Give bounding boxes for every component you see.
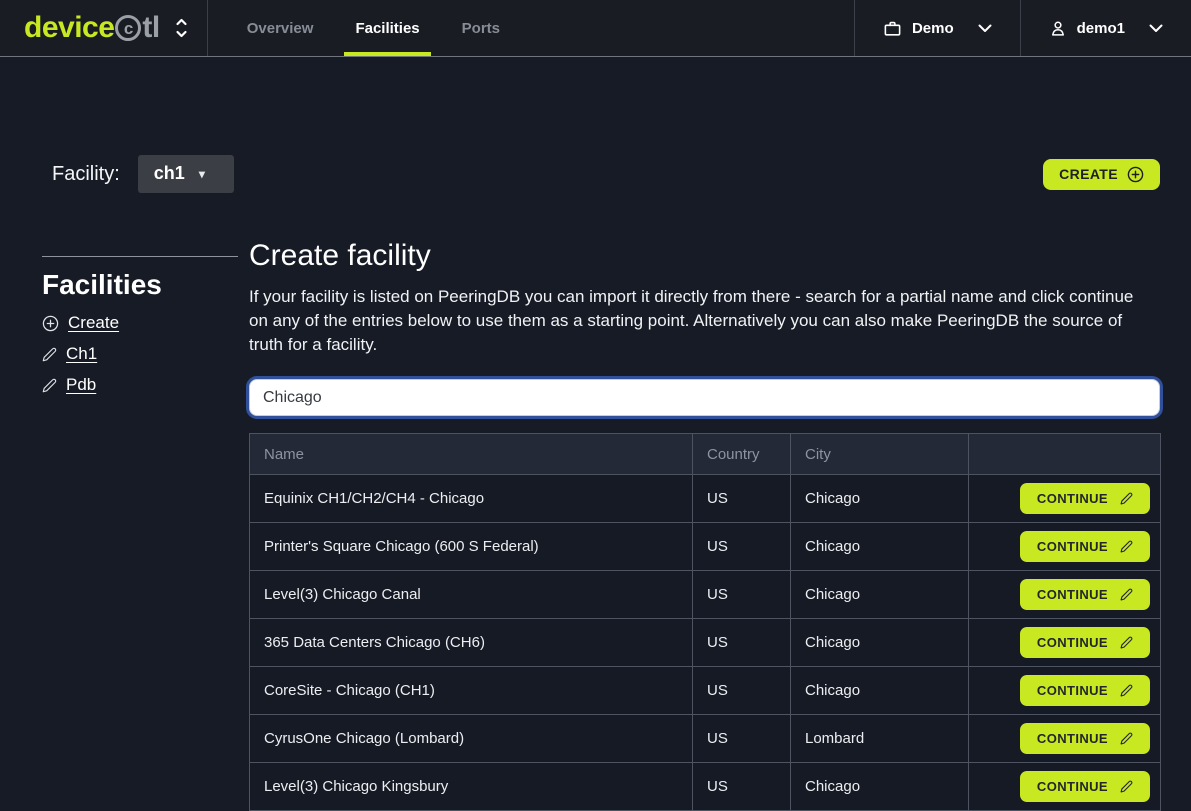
table-row: CoreSite - Chicago (CH1) US Chicago CONT… [250,667,1161,715]
pencil-icon [42,378,57,393]
column-header-country: Country [693,434,791,475]
cell-country: US [693,523,791,571]
cell-name: CoreSite - Chicago (CH1) [250,667,693,715]
pencil-icon [1120,732,1133,745]
cell-country: US [693,763,791,811]
facility-label: Facility: [52,163,120,186]
cell-city: Chicago [791,523,969,571]
continue-button[interactable]: CONTINUE [1020,627,1150,658]
facility-select-value: ch1 [154,163,185,184]
pencil-icon [1120,684,1133,697]
cell-name: 365 Data Centers Chicago (CH6) [250,619,693,667]
table-row: Equinix CH1/CH2/CH4 - Chicago US Chicago… [250,475,1161,523]
tab-facilities[interactable]: Facilities [334,0,440,56]
cell-action: CONTINUE [969,571,1161,619]
page-title: Create facility [249,239,1160,273]
create-facility-panel: Create facility If your facility is list… [249,239,1160,811]
plus-circle-icon [42,315,59,332]
table-row: Level(3) Chicago Kingsbury US Chicago CO… [250,763,1161,811]
continue-button[interactable]: CONTINUE [1020,483,1150,514]
cell-country: US [693,715,791,763]
facility-select[interactable]: ch1 ▾ [138,155,234,193]
peeringdb-search-input[interactable] [249,379,1160,416]
facility-results-table: Name Country City Equinix CH1/CH2/CH4 - … [249,433,1161,811]
tab-ports[interactable]: Ports [441,0,521,56]
sidebar-divider [42,256,238,257]
table-row: CyrusOne Chicago (Lombard) US Lombard CO… [250,715,1161,763]
create-button[interactable]: CREATE [1043,159,1160,190]
sidebar-item-label: Pdb [66,375,96,395]
chevron-down-icon [978,24,992,33]
pencil-icon [1120,636,1133,649]
logo-gray-text: tl [142,11,159,45]
cell-city: Chicago [791,619,969,667]
table-header-row: Name Country City [250,434,1161,475]
caret-down-icon: ▾ [199,167,205,181]
page-description: If your facility is listed on PeeringDB … [249,285,1149,357]
briefcase-icon [883,19,902,38]
sidebar-item-label: Create [68,313,119,333]
sidebar-item-create[interactable]: Create [42,313,238,333]
pencil-icon [1120,588,1133,601]
sidebar-item-ch1[interactable]: Ch1 [42,344,238,364]
app-logo[interactable]: devicectl [24,11,160,45]
org-menu-label: Demo [912,20,954,37]
continue-button[interactable]: CONTINUE [1020,579,1150,610]
cell-name: Level(3) Chicago Canal [250,571,693,619]
cell-action: CONTINUE [969,715,1161,763]
continue-button[interactable]: CONTINUE [1020,723,1150,754]
table-row: 365 Data Centers Chicago (CH6) US Chicag… [250,619,1161,667]
continue-button[interactable]: CONTINUE [1020,771,1150,802]
cell-city: Lombard [791,715,969,763]
continue-button[interactable]: CONTINUE [1020,675,1150,706]
pencil-icon [42,347,57,362]
sidebar-item-pdb[interactable]: Pdb [42,375,238,395]
column-header-city: City [791,434,969,475]
facility-toolbar: Facility: ch1 ▾ CREATE [52,154,1160,194]
cell-name: CyrusOne Chicago (Lombard) [250,715,693,763]
continue-button[interactable]: CONTINUE [1020,531,1150,562]
cell-action: CONTINUE [969,763,1161,811]
sidebar-item-label: Ch1 [66,344,97,364]
chevron-down-icon [1149,24,1163,33]
logo-accent-text: device [24,11,114,45]
pencil-icon [1120,540,1133,553]
cell-city: Chicago [791,475,969,523]
tab-overview[interactable]: Overview [226,0,335,56]
cell-country: US [693,475,791,523]
facility-table-body: Equinix CH1/CH2/CH4 - Chicago US Chicago… [250,475,1161,811]
pencil-icon [1120,780,1133,793]
topbar-divider [207,0,208,56]
pencil-icon [1120,492,1133,505]
cell-city: Chicago [791,571,969,619]
facilities-sidebar: Facilities Create Ch1 Pdb [42,256,238,406]
logo-circled-c-icon: c [115,15,141,41]
cell-name: Level(3) Chicago Kingsbury [250,763,693,811]
cell-name: Printer's Square Chicago (600 S Federal) [250,523,693,571]
person-icon [1049,19,1067,38]
table-row: Level(3) Chicago Canal US Chicago CONTIN… [250,571,1161,619]
cell-country: US [693,571,791,619]
cell-name: Equinix CH1/CH2/CH4 - Chicago [250,475,693,523]
cell-country: US [693,667,791,715]
table-row: Printer's Square Chicago (600 S Federal)… [250,523,1161,571]
user-menu-label: demo1 [1077,20,1125,37]
org-menu[interactable]: Demo [855,0,1020,56]
sidebar-title: Facilities [42,269,238,301]
main-nav: Overview Facilities Ports [226,0,521,56]
cell-action: CONTINUE [969,619,1161,667]
cell-action: CONTINUE [969,475,1161,523]
column-header-name: Name [250,434,693,475]
user-menu[interactable]: demo1 [1021,0,1191,56]
cell-city: Chicago [791,763,969,811]
cell-action: CONTINUE [969,667,1161,715]
cell-country: US [693,619,791,667]
unfold-icon[interactable] [174,17,189,39]
column-header-action [969,434,1161,475]
plus-circle-icon [1127,166,1144,183]
topbar: devicectl Overview Facilities Ports Demo [0,0,1191,57]
cell-city: Chicago [791,667,969,715]
cell-action: CONTINUE [969,523,1161,571]
